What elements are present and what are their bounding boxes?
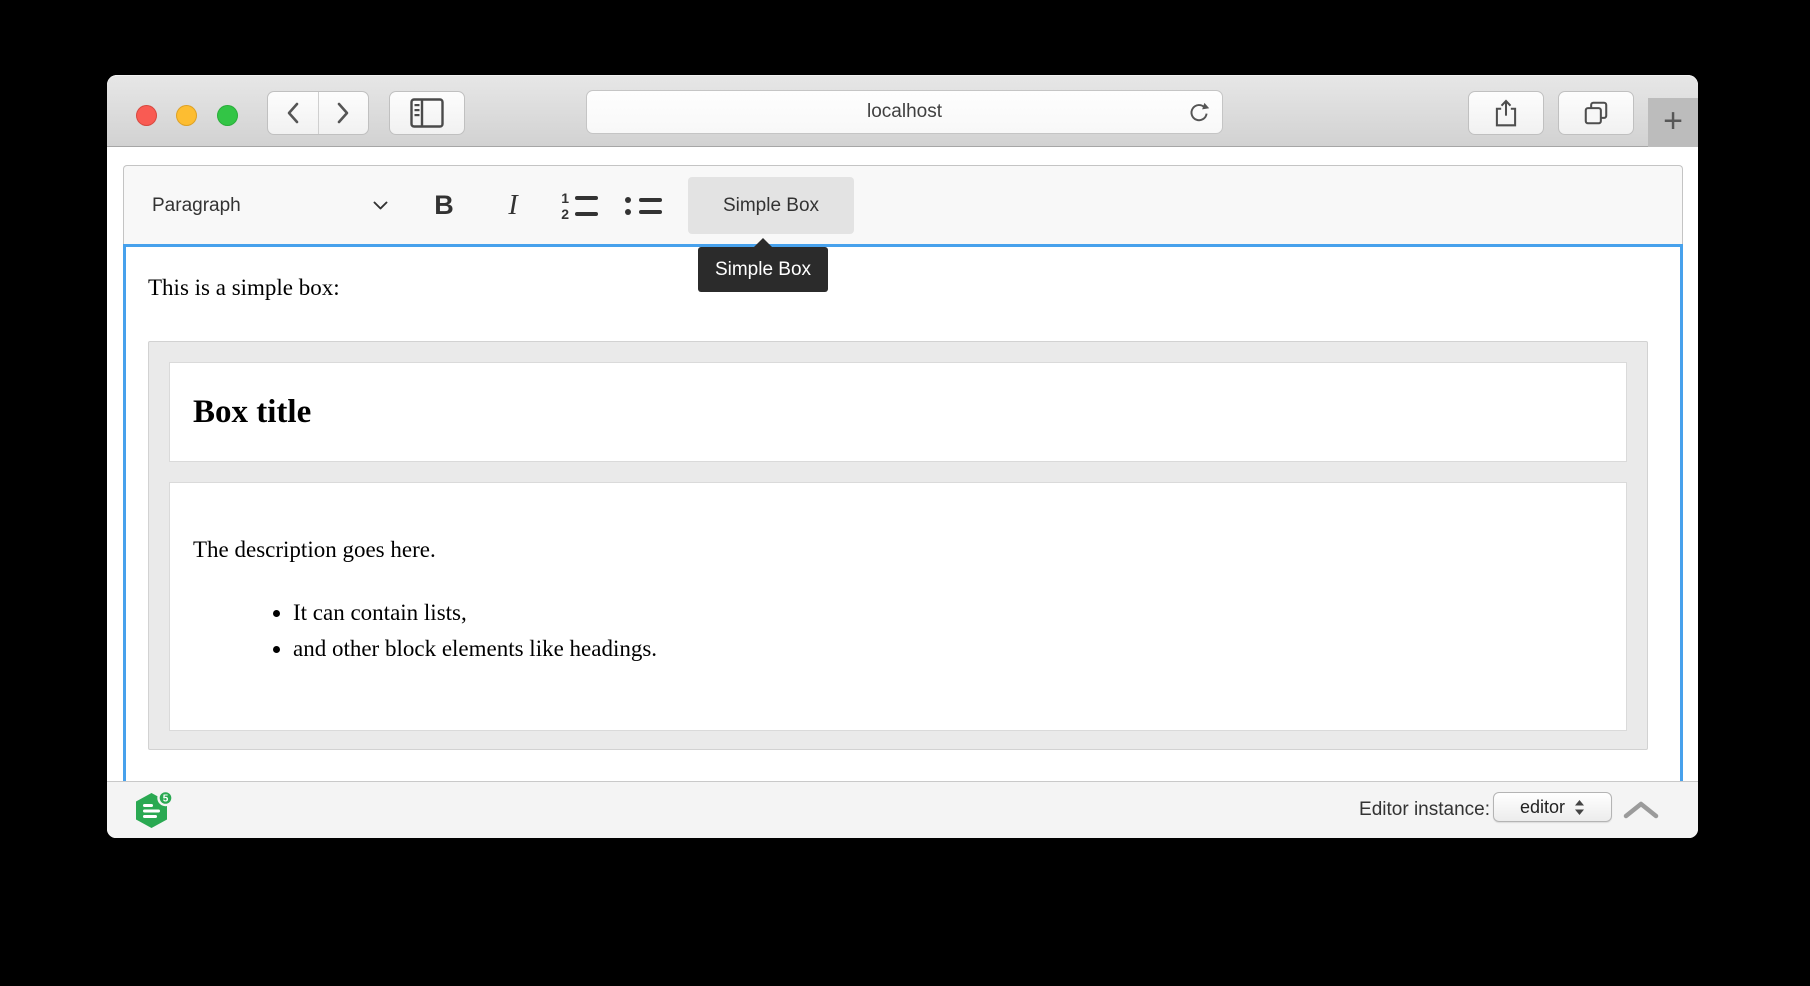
logo-badge: 5 <box>163 794 169 805</box>
editor-content[interactable]: This is a simple box: Box title The desc… <box>123 244 1683 781</box>
ckeditor-logo[interactable]: 5 <box>134 785 174 831</box>
tooltip-arrow <box>754 238 772 247</box>
refresh-icon <box>1186 100 1212 126</box>
editor-toolbar: Paragraph B I 1 2 <box>123 165 1683 244</box>
numbered-list-icon: 1 2 <box>560 193 598 219</box>
editor-instance-label: Editor instance: <box>1359 782 1490 838</box>
new-tab-button[interactable]: + <box>1648 98 1698 147</box>
heading-dropdown[interactable]: Paragraph <box>138 177 402 234</box>
italic-icon: I <box>508 190 517 222</box>
tooltip: Simple Box <box>698 247 828 292</box>
nav-button-group <box>267 91 369 135</box>
screen: { "browser": { "url": "localhost", "new_… <box>0 0 1810 986</box>
forward-button[interactable] <box>318 92 369 134</box>
list-item[interactable]: and other block elements like headings. <box>293 631 1603 667</box>
back-button[interactable] <box>268 92 318 134</box>
box-title[interactable]: Box title <box>169 362 1627 462</box>
chevron-right-icon <box>336 101 351 125</box>
url-field[interactable]: localhost <box>586 90 1223 134</box>
simple-box-widget[interactable]: Box title The description goes here. It … <box>148 341 1648 750</box>
chevron-left-icon <box>285 101 300 125</box>
description-list: It can contain lists, and other block el… <box>193 595 1603 667</box>
zoom-button[interactable] <box>217 105 238 126</box>
sidebar-icon <box>410 98 444 128</box>
titlebar[interactable]: localhost + <box>107 75 1698 147</box>
description-paragraph[interactable]: The description goes here. <box>193 535 1603 565</box>
bulleted-list-icon <box>624 197 662 215</box>
bold-button[interactable]: B <box>416 177 472 234</box>
page-content: Paragraph B I 1 2 <box>107 147 1698 781</box>
chevron-up-icon <box>1622 799 1660 821</box>
bold-icon: B <box>434 190 454 221</box>
simple-box-button[interactable]: Simple Box <box>688 177 854 234</box>
italic-button[interactable]: I <box>486 177 540 234</box>
heading-dropdown-label: Paragraph <box>152 195 241 217</box>
minimize-button[interactable] <box>176 105 197 126</box>
tabs-icon <box>1582 99 1610 127</box>
url-text: localhost <box>867 101 942 123</box>
select-arrows-icon <box>1574 799 1585 816</box>
box-description[interactable]: The description goes here. It can contai… <box>169 482 1627 731</box>
share-button[interactable] <box>1468 91 1544 135</box>
editor-instance-select[interactable]: editor <box>1493 792 1612 822</box>
tabs-button[interactable] <box>1558 91 1634 135</box>
close-button[interactable] <box>136 105 157 126</box>
bulleted-list-button[interactable] <box>611 177 675 234</box>
plus-icon: + <box>1663 104 1683 138</box>
chevron-down-icon <box>373 201 388 210</box>
sidebar-toggle-button[interactable] <box>389 91 465 135</box>
box-title-text: Box title <box>193 394 311 431</box>
numbered-list-button[interactable]: 1 2 <box>545 177 613 234</box>
browser-window: localhost + <box>107 75 1698 838</box>
intro-paragraph[interactable]: This is a simple box: <box>148 273 1658 303</box>
list-item[interactable]: It can contain lists, <box>293 595 1603 631</box>
tooltip-label: Simple Box <box>715 259 811 281</box>
refresh-button[interactable] <box>1185 99 1213 127</box>
share-icon <box>1493 98 1519 128</box>
simple-box-label: Simple Box <box>723 195 819 217</box>
select-value: editor <box>1520 797 1565 818</box>
collapse-button[interactable] <box>1619 796 1663 824</box>
footer-bar: 5 Editor instance: editor <box>107 781 1698 838</box>
